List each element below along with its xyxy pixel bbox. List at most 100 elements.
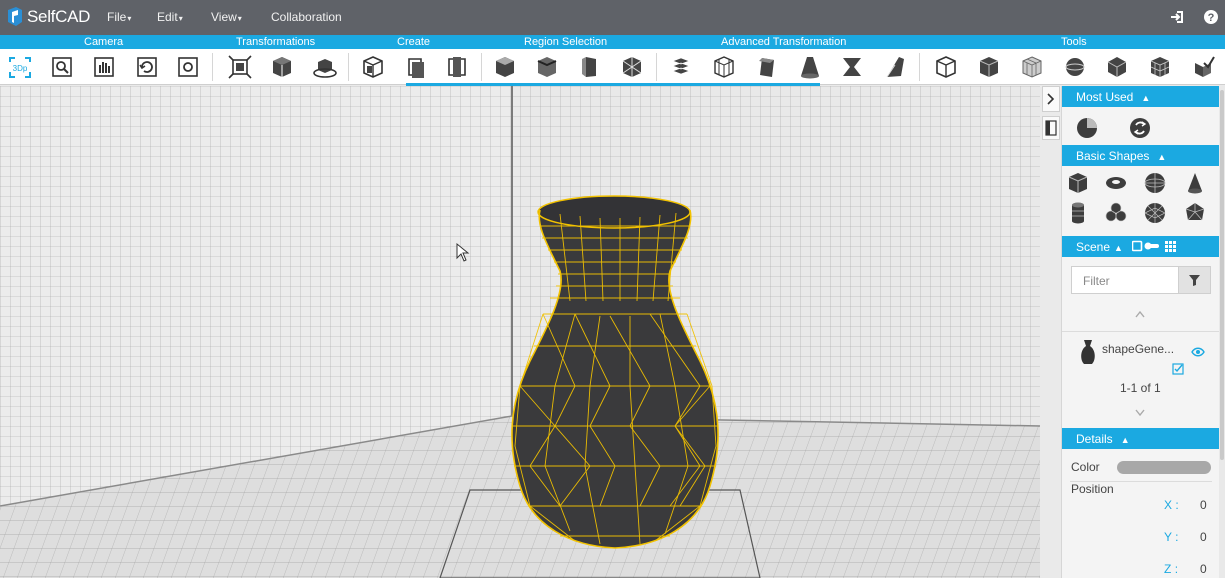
screenshot-button[interactable] [174,53,202,81]
menu-file[interactable]: File▾ [107,10,131,24]
cluster-shape[interactable] [1103,200,1129,226]
app-logo[interactable]: SelfCAD [6,5,90,29]
menu-edit[interactable]: Edit▾ [157,10,183,24]
rotate-cube-icon [273,57,291,77]
select-vertex-button[interactable] [576,53,604,81]
torus-shape-icon [1106,177,1126,189]
list-grid-toggle-icon [1131,240,1176,252]
cylinder-shape[interactable] [1065,200,1091,226]
scene-item[interactable]: shapeGene... [1062,331,1220,375]
pan-button[interactable] [90,53,118,81]
zoom-fit-button[interactable] [48,53,76,81]
panel-toggle-tab[interactable] [1042,116,1060,140]
scene-canvas [0,86,1040,578]
icosahedron-shape[interactable] [1182,200,1208,226]
grid-cube-button[interactable] [1146,53,1174,81]
sphere-tool-button[interactable] [1061,53,1089,81]
scale-button[interactable] [311,53,339,81]
sketch-tool[interactable] [1074,115,1100,141]
geosphere-shape[interactable] [1142,200,1168,226]
chevron-down-icon [1135,409,1145,417]
z-axis-sep: : [1174,562,1179,576]
select-face-icon [496,57,514,77]
position-y-value[interactable]: 0 [1200,530,1207,544]
collapse-up-icon: ▲ [1114,243,1123,253]
details-title: Details [1076,432,1113,446]
scene-filter-input[interactable]: Filter [1071,266,1179,294]
rotate-arrow-tool[interactable] [1127,115,1153,141]
chevron-up-icon [1135,310,1145,318]
position-y-label: Y : [1164,530,1178,544]
select-edge-icon [537,57,557,77]
select-edge-button[interactable] [533,53,561,81]
menu-view[interactable]: View▾ [211,10,242,24]
cut-button[interactable] [881,53,909,81]
pan-hand-icon [94,57,114,77]
filter-button[interactable] [1178,266,1211,294]
rotate-arrow-icon [1130,118,1150,138]
boolean-button[interactable] [667,53,695,81]
hollow-icon [1107,57,1127,77]
scene-pagination: 1-1 of 1 [1120,381,1161,395]
3d-viewport[interactable] [0,86,1040,578]
y-axis-letter: Y [1164,530,1172,544]
move-box-icon [228,55,252,79]
twist-icon [759,58,774,77]
cube-shape[interactable] [1065,170,1091,196]
inset-button[interactable] [443,53,471,81]
scene-header[interactable]: Scene ▲ [1062,236,1220,257]
selfcad-logo-icon [6,6,24,28]
brand-name: SelfCAD [27,7,91,26]
select-region-button[interactable] [618,53,646,81]
toolbar-separator [348,53,349,81]
taper-button[interactable] [796,53,824,81]
mesh-cube-button[interactable] [1018,53,1046,81]
edit-checkbox-icon[interactable] [1172,362,1184,380]
sphere-shape[interactable] [1142,170,1168,196]
details-header[interactable]: Details ▲ [1062,428,1220,449]
twist-button[interactable] [753,53,781,81]
cube-shape-icon [1068,173,1088,193]
select-face-button[interactable] [491,53,519,81]
most-used-title: Most Used [1076,90,1134,104]
bevel-button[interactable] [710,53,738,81]
position-z-value[interactable]: 0 [1200,562,1207,576]
solid-cube-button[interactable] [975,53,1003,81]
rotate-button[interactable] [268,53,296,81]
cone-shape[interactable] [1182,170,1208,196]
help-icon[interactable]: ? [1203,9,1219,25]
panel-scrollbar[interactable] [1219,86,1225,578]
scroll-up-arrow[interactable] [1134,307,1146,321]
move-button[interactable] [226,53,254,81]
most-used-header[interactable]: Most Used ▲ [1062,86,1220,107]
stitch-button[interactable] [932,53,960,81]
box-create-button[interactable] [359,53,387,81]
extrude-button[interactable] [401,53,429,81]
scroll-down-arrow[interactable] [1134,406,1146,420]
taper-icon [801,57,819,79]
login-icon[interactable] [1169,9,1185,25]
cylinder-shape-icon [1072,202,1084,224]
visibility-eye-icon[interactable] [1191,344,1205,362]
select-region-icon [622,57,642,77]
collapse-up-icon: ▲ [1157,152,1167,162]
color-swatch[interactable] [1117,461,1211,474]
bend-button[interactable] [838,53,866,81]
torus-shape[interactable] [1103,170,1129,196]
svg-text:3Dp: 3Dp [13,64,28,73]
menu-collaboration[interactable]: Collaboration [271,10,342,24]
scrollbar-thumb[interactable] [1220,90,1224,460]
magic-icon [1195,56,1215,77]
chevron-right-icon [1047,93,1055,105]
3d-view-button[interactable]: 3Dp [6,53,34,81]
zoom-fit-icon [52,57,72,77]
hollow-button[interactable] [1103,53,1131,81]
view-toggle[interactable] [1131,240,1180,255]
basic-shapes-header[interactable]: Basic Shapes ▲ [1062,145,1220,166]
magic-button[interactable] [1189,53,1217,81]
position-x-value[interactable]: 0 [1200,498,1207,512]
collapse-panel-tab[interactable] [1042,86,1060,112]
reset-camera-button[interactable] [133,53,161,81]
menu-edit-label: Edit [157,10,178,24]
toolbar-separator [212,53,213,81]
